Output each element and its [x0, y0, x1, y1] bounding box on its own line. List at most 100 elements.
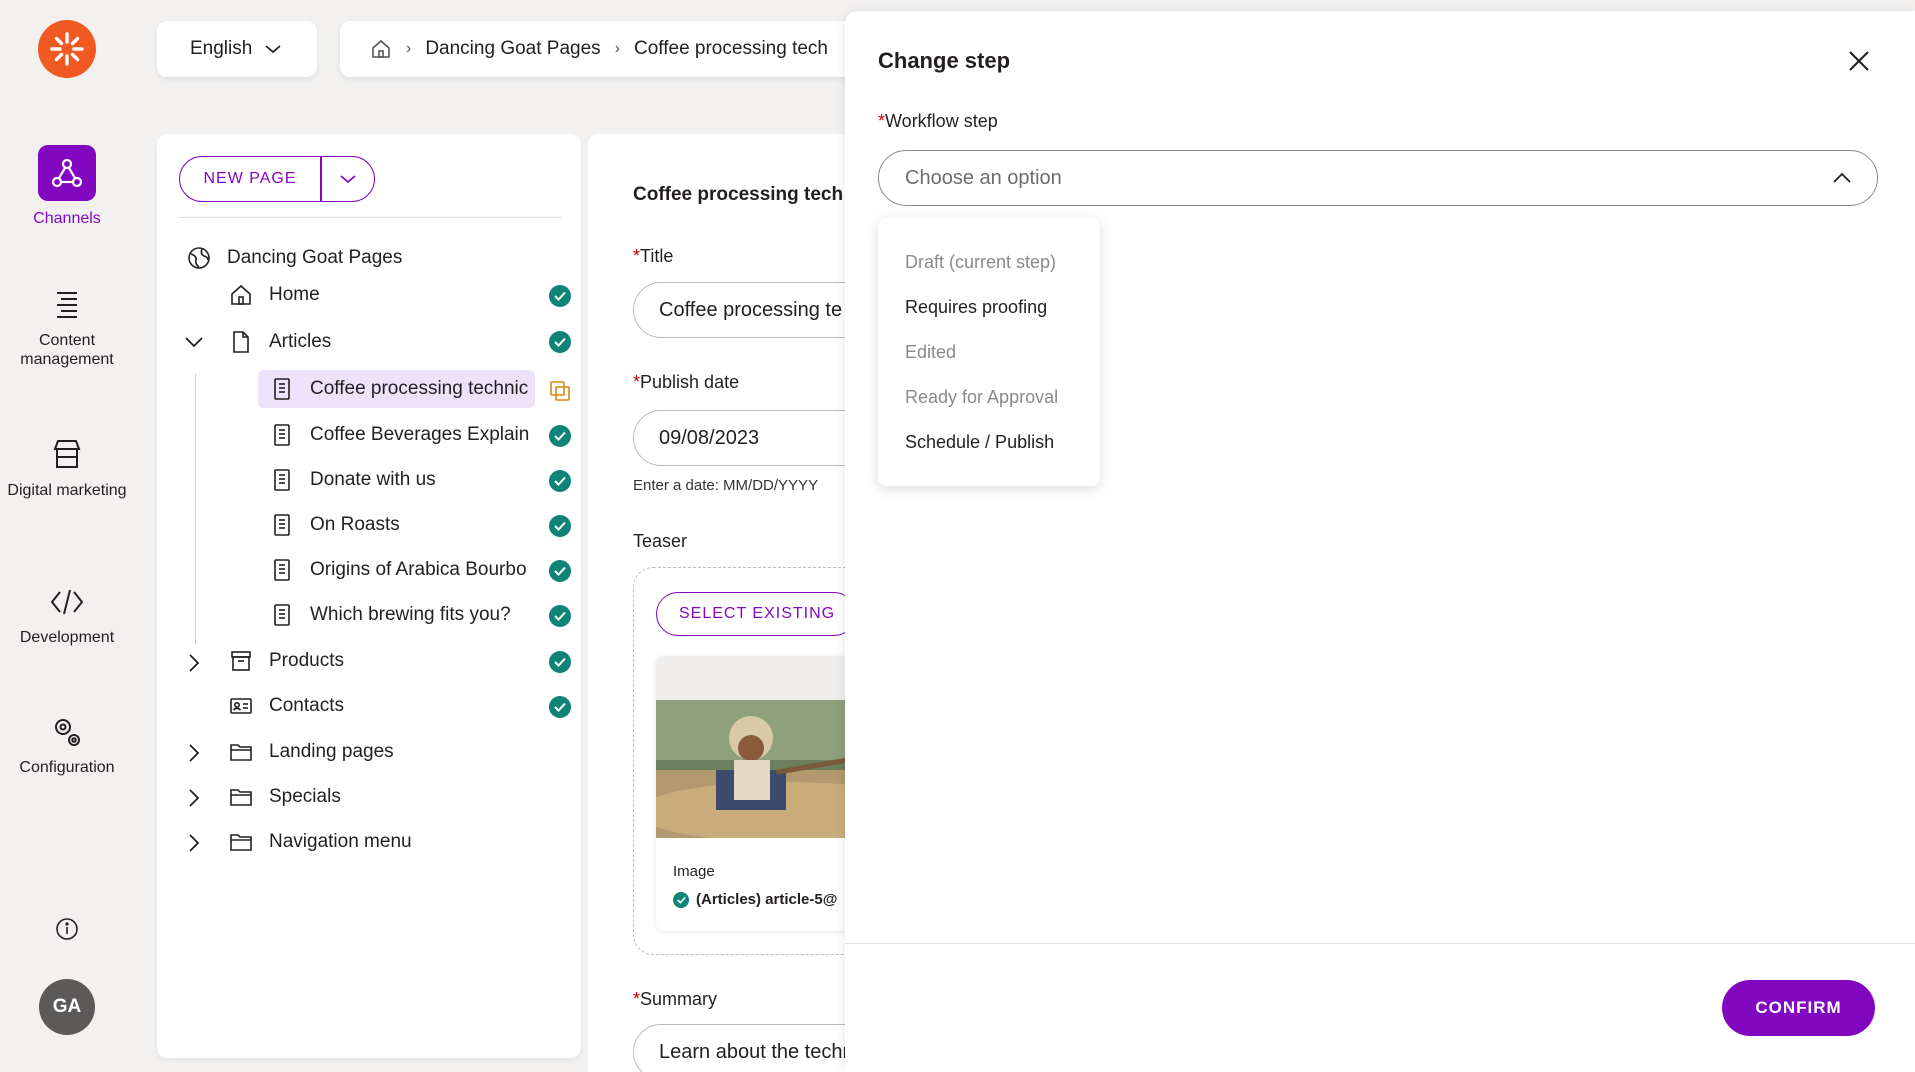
tree-node-home[interactable]: Home — [229, 276, 320, 314]
tree-node-label: Dancing Goat Pages — [227, 247, 403, 268]
publish-date-value: 09/08/2023 — [659, 426, 760, 449]
user-avatar[interactable]: GA — [39, 979, 95, 1035]
asset-name: (Articles) article-5@ — [673, 891, 837, 908]
tree-node-label: Specials — [269, 786, 341, 807]
chevron-right-icon[interactable] — [183, 742, 205, 764]
article-icon — [274, 424, 290, 446]
article-icon — [274, 559, 290, 581]
published-check-icon — [549, 285, 571, 307]
article-icon — [274, 514, 290, 536]
nav-configuration-label: Configuration — [19, 759, 115, 776]
code-icon — [50, 589, 84, 615]
tree-node-label: Origins of Arabica Bourbo — [310, 559, 527, 580]
breadcrumb-separator: › — [406, 40, 412, 57]
channels-icon — [38, 145, 96, 201]
tree-node-articles[interactable]: Articles — [229, 323, 331, 361]
new-page-button[interactable]: NEW PAGE — [180, 170, 320, 188]
option-schedule-publish[interactable]: Schedule / Publish — [878, 420, 1100, 465]
publish-date-label-text: Publish date — [640, 372, 740, 392]
home-icon — [231, 284, 251, 305]
folder-icon — [230, 834, 252, 851]
change-step-dialog: Change step *Workflow step Choose an opt… — [845, 11, 1915, 1072]
new-page-button-group: NEW PAGE — [179, 156, 375, 202]
nav-digital-marketing[interactable]: Digital marketing — [0, 435, 134, 500]
language-selector[interactable]: English — [157, 21, 317, 77]
chevron-up-icon — [1833, 172, 1851, 183]
tree-node-landing-pages[interactable]: Landing pages — [229, 733, 394, 771]
nav-channels[interactable]: Channels — [0, 145, 134, 228]
contact-card-icon — [230, 698, 252, 714]
tree-node-on-roasts[interactable]: On Roasts — [270, 506, 400, 544]
archive-icon — [231, 651, 251, 671]
tree-node-specials[interactable]: Specials — [229, 778, 341, 816]
tree-node-root[interactable]: Dancing Goat Pages — [187, 239, 402, 277]
nav-configuration[interactable]: Configuration — [0, 712, 134, 777]
option-edited: Edited — [905, 342, 957, 362]
asset-type-label: Image — [673, 863, 715, 880]
tree-node-which-brewing[interactable]: Which brewing fits you? — [270, 596, 511, 634]
published-check-icon — [549, 425, 571, 447]
nav-development[interactable]: Development — [0, 582, 134, 647]
divider — [179, 217, 561, 218]
summary-label-text: Summary — [640, 989, 718, 1009]
chevron-down-icon[interactable] — [183, 331, 205, 353]
published-check-icon — [549, 515, 571, 537]
confirm-button[interactable]: CONFIRM — [1722, 980, 1875, 1036]
tree-node-label: Coffee processing technic — [310, 378, 529, 399]
breadcrumb-separator: › — [614, 40, 620, 57]
tree-node-donate[interactable]: Donate with us — [270, 461, 436, 499]
globe-icon — [188, 247, 210, 269]
dialog-title: Change step — [878, 48, 1011, 73]
tree-node-products[interactable]: Products — [229, 642, 344, 680]
nav-channels-label: Channels — [33, 210, 101, 227]
breadcrumb-item[interactable]: Dancing Goat Pages — [425, 38, 600, 60]
tree-node-contacts[interactable]: Contacts — [229, 687, 344, 725]
new-page-dropdown-button[interactable] — [322, 173, 375, 185]
tree-node-coffee-processing[interactable]: Coffee processing technic — [258, 370, 535, 408]
title-value: Coffee processing te — [659, 298, 843, 321]
chevron-down-icon — [265, 45, 281, 54]
tree-node-label: Which brewing fits you? — [310, 604, 511, 625]
tree-node-label: Landing pages — [269, 741, 394, 762]
tree-node-label: Contacts — [269, 695, 344, 716]
teaser-label: Teaser — [633, 531, 688, 551]
tree-node-label: Donate with us — [310, 469, 436, 490]
chevron-right-icon[interactable] — [183, 832, 205, 854]
tree-node-label: Articles — [269, 331, 332, 352]
chevron-right-icon[interactable] — [183, 787, 205, 809]
home-icon[interactable] — [370, 38, 392, 60]
workflow-step-select[interactable]: Choose an option — [878, 150, 1878, 206]
tree-node-label: Coffee Beverages Explain — [310, 424, 530, 445]
nav-content-management-label: Content management — [20, 332, 114, 368]
published-check-icon — [549, 470, 571, 492]
chevron-down-icon — [340, 175, 356, 184]
tree-guide-line — [195, 374, 196, 644]
breadcrumb-item[interactable]: Coffee processing tech — [634, 38, 828, 60]
published-check-icon — [549, 331, 571, 353]
close-icon[interactable] — [1845, 47, 1873, 75]
workflow-step-label-text: Workflow step — [885, 111, 998, 131]
tree-node-coffee-beverages[interactable]: Coffee Beverages Explain — [270, 416, 547, 454]
content-tree-panel: NEW PAGE Dancing Goat Pages Home Article… — [157, 134, 581, 1058]
document-icon — [233, 331, 249, 353]
publish-date-label: *Publish date — [633, 372, 740, 392]
date-hint: Enter a date: MM/DD/YYYY — [633, 477, 819, 494]
workflow-step-options: Draft (current step) Requires proofing E… — [878, 218, 1100, 486]
chevron-right-icon[interactable] — [183, 652, 205, 674]
option-requires-proofing[interactable]: Requires proofing — [878, 285, 1100, 330]
folder-icon — [230, 789, 252, 806]
folder-icon — [230, 744, 252, 761]
nav-development-label: Development — [19, 629, 115, 646]
nav-digital-marketing-label: Digital marketing — [7, 482, 127, 499]
tree-node-label: Navigation menu — [269, 831, 412, 852]
nav-content-management[interactable]: Content management — [0, 285, 134, 369]
published-check-icon — [673, 891, 689, 908]
select-existing-button[interactable]: SELECT EXISTING — [656, 592, 856, 636]
article-icon — [274, 378, 290, 400]
tree-node-origins[interactable]: Origins of Arabica Bourbo — [270, 551, 547, 589]
info-icon[interactable] — [54, 916, 80, 942]
kentico-logo-icon[interactable] — [38, 20, 96, 78]
language-value: English — [190, 38, 253, 59]
tree-node-navigation-menu[interactable]: Navigation menu — [229, 823, 412, 861]
summary-label: *Summary — [633, 989, 718, 1009]
